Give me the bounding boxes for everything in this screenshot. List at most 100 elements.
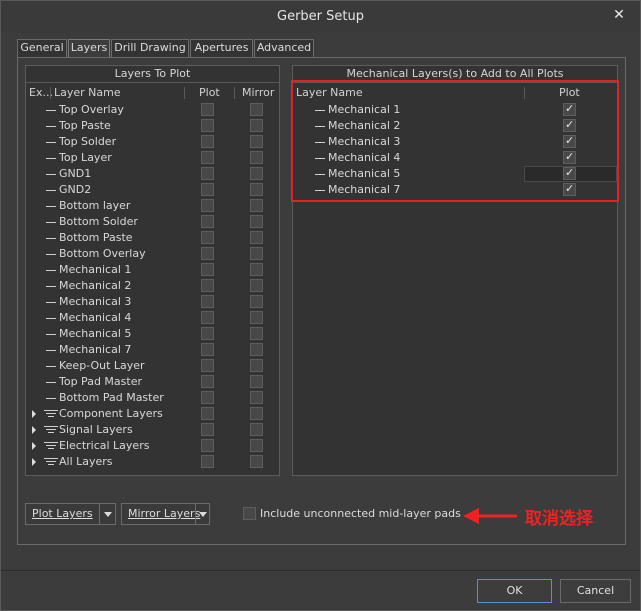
mirror-checkbox[interactable] bbox=[250, 327, 263, 340]
mirror-checkbox[interactable] bbox=[250, 103, 263, 116]
layer-row[interactable]: Top Solder bbox=[26, 134, 279, 150]
layer-row[interactable]: Mechanical 7 bbox=[26, 342, 279, 358]
plot-checkbox[interactable] bbox=[201, 407, 214, 420]
plot-checkbox[interactable] bbox=[201, 247, 214, 260]
mirror-checkbox[interactable] bbox=[250, 311, 263, 324]
plot-checkbox[interactable] bbox=[201, 391, 214, 404]
plot-checkbox[interactable] bbox=[201, 199, 214, 212]
plot-checkbox[interactable] bbox=[201, 311, 214, 324]
column-mirror[interactable]: Mirror bbox=[242, 85, 274, 101]
column-plot[interactable]: Plot bbox=[199, 85, 220, 101]
plot-checkbox[interactable] bbox=[201, 359, 214, 372]
plot-checkbox[interactable] bbox=[201, 183, 214, 196]
tab-general[interactable]: General bbox=[17, 39, 67, 57]
cancel-button[interactable]: Cancel bbox=[560, 579, 631, 603]
layer-name-cell: Mechanical 5 bbox=[46, 326, 131, 342]
layer-row[interactable]: Mechanical 2 bbox=[26, 278, 279, 294]
expand-arrow-icon[interactable] bbox=[32, 410, 36, 418]
expand-arrow-icon[interactable] bbox=[32, 458, 36, 466]
mirror-checkbox[interactable] bbox=[250, 343, 263, 356]
plot-checkbox[interactable] bbox=[201, 231, 214, 244]
mirror-checkbox[interactable] bbox=[250, 167, 263, 180]
mirror-checkbox[interactable] bbox=[250, 279, 263, 292]
plot-checkbox[interactable] bbox=[201, 295, 214, 308]
layer-line-icon bbox=[46, 173, 56, 175]
mirror-checkbox[interactable] bbox=[250, 151, 263, 164]
plot-checkbox[interactable] bbox=[201, 439, 214, 452]
layer-row[interactable]: Bottom layer bbox=[26, 198, 279, 214]
layer-name-label: Signal Layers bbox=[59, 423, 133, 436]
include-unconnected-checkbox[interactable] bbox=[243, 507, 256, 520]
expand-arrow-icon[interactable] bbox=[32, 426, 36, 434]
gerber-setup-dialog: Gerber Setup ✕ General Layers Drill Draw… bbox=[0, 0, 641, 611]
layer-row[interactable]: Mechanical 3 bbox=[26, 294, 279, 310]
plot-checkbox[interactable] bbox=[201, 423, 214, 436]
mirror-checkbox[interactable] bbox=[250, 455, 263, 468]
tab-drill-drawing[interactable]: Drill Drawing bbox=[111, 39, 189, 57]
mirror-checkbox[interactable] bbox=[250, 359, 263, 372]
plot-checkbox[interactable] bbox=[201, 103, 214, 116]
layer-row[interactable]: Bottom Paste bbox=[26, 230, 279, 246]
chevron-down-icon[interactable] bbox=[104, 512, 112, 517]
plot-checkbox[interactable] bbox=[201, 455, 214, 468]
mirror-checkbox[interactable] bbox=[250, 391, 263, 404]
layer-row[interactable]: Mechanical 1 bbox=[26, 262, 279, 278]
layer-group-row[interactable]: Signal Layers bbox=[26, 422, 279, 438]
ok-button[interactable]: OK bbox=[477, 579, 552, 603]
mirror-checkbox[interactable] bbox=[250, 247, 263, 260]
chevron-down-icon[interactable] bbox=[199, 512, 207, 517]
layer-line-icon bbox=[46, 189, 56, 191]
mirror-checkbox[interactable] bbox=[250, 375, 263, 388]
layer-group-row[interactable]: All Layers bbox=[26, 454, 279, 470]
plot-checkbox[interactable] bbox=[201, 215, 214, 228]
mirror-checkbox[interactable] bbox=[250, 183, 263, 196]
include-unconnected-label[interactable]: Include unconnected mid-layer pads bbox=[260, 507, 461, 520]
plot-checkbox[interactable] bbox=[201, 263, 214, 276]
layer-name-cell: Bottom Paste bbox=[46, 230, 133, 246]
mirror-layers-button[interactable]: Mirror Layers bbox=[121, 503, 210, 525]
plot-checkbox[interactable] bbox=[201, 151, 214, 164]
tab-apertures[interactable]: Apertures bbox=[190, 39, 253, 57]
close-icon[interactable]: ✕ bbox=[610, 6, 628, 24]
layer-row[interactable]: Top Pad Master bbox=[26, 374, 279, 390]
layer-row[interactable]: Bottom Overlay bbox=[26, 246, 279, 262]
layer-row[interactable]: Bottom Pad Master bbox=[26, 390, 279, 406]
mirror-checkbox[interactable] bbox=[250, 407, 263, 420]
column-layer-name[interactable]: Layer Name bbox=[54, 85, 121, 101]
plot-checkbox[interactable] bbox=[201, 343, 214, 356]
mirror-checkbox[interactable] bbox=[250, 231, 263, 244]
layer-row[interactable]: Mechanical 4 bbox=[26, 310, 279, 326]
mirror-checkbox[interactable] bbox=[250, 135, 263, 148]
layer-row[interactable]: Keep-Out Layer bbox=[26, 358, 279, 374]
layer-group-row[interactable]: Electrical Layers bbox=[26, 438, 279, 454]
window-title: Gerber Setup bbox=[277, 9, 364, 24]
layer-row[interactable]: GND1 bbox=[26, 166, 279, 182]
plot-checkbox[interactable] bbox=[201, 279, 214, 292]
mirror-checkbox[interactable] bbox=[250, 439, 263, 452]
layer-group-icon bbox=[44, 457, 58, 467]
expand-arrow-icon[interactable] bbox=[32, 442, 36, 450]
layer-group-icon bbox=[44, 441, 58, 451]
layer-row[interactable]: GND2 bbox=[26, 182, 279, 198]
layer-row[interactable]: Top Layer bbox=[26, 150, 279, 166]
layer-row[interactable]: Top Overlay bbox=[26, 102, 279, 118]
plot-checkbox[interactable] bbox=[201, 327, 214, 340]
tab-layers[interactable]: Layers bbox=[68, 39, 110, 58]
tab-advanced[interactable]: Advanced bbox=[254, 39, 314, 57]
layer-row[interactable]: Top Paste bbox=[26, 118, 279, 134]
plot-checkbox[interactable] bbox=[201, 135, 214, 148]
layer-row[interactable]: Bottom Solder bbox=[26, 214, 279, 230]
mirror-checkbox[interactable] bbox=[250, 119, 263, 132]
mirror-checkbox[interactable] bbox=[250, 295, 263, 308]
mirror-checkbox[interactable] bbox=[250, 215, 263, 228]
plot-checkbox[interactable] bbox=[201, 375, 214, 388]
plot-checkbox[interactable] bbox=[201, 119, 214, 132]
layer-group-row[interactable]: Component Layers bbox=[26, 406, 279, 422]
plot-layers-button[interactable]: Plot Layers bbox=[25, 503, 116, 525]
mirror-checkbox[interactable] bbox=[250, 263, 263, 276]
plot-checkbox[interactable] bbox=[201, 167, 214, 180]
layer-row[interactable]: Mechanical 5 bbox=[26, 326, 279, 342]
mirror-checkbox[interactable] bbox=[250, 199, 263, 212]
layer-line-icon bbox=[46, 349, 56, 351]
mirror-checkbox[interactable] bbox=[250, 423, 263, 436]
